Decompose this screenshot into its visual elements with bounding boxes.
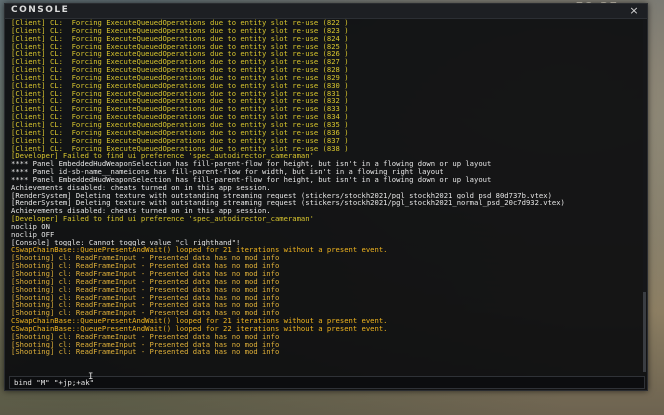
- console-line: [Shooting] cl: ReadFrameInput - Presente…: [11, 277, 280, 286]
- console-line: [Client] CL: Forcing ExecuteQueuedOperat…: [11, 34, 349, 43]
- console-line: [Shooting] cl: ReadFrameInput - Presente…: [11, 301, 280, 310]
- console-line: [Client] CL: Forcing ExecuteQueuedOperat…: [11, 128, 349, 137]
- console-line: [Shooting] cl: ReadFrameInput - Presente…: [11, 332, 280, 341]
- console-line: [Client] CL: Forcing ExecuteQueuedOperat…: [11, 89, 349, 98]
- console-line: [Client] CL: Forcing ExecuteQueuedOperat…: [11, 113, 349, 121]
- console-line: [Client] CL: Forcing ExecuteQueuedOperat…: [11, 136, 349, 145]
- console-line: [RenderSystem] Deleting texture with out…: [11, 199, 565, 208]
- console-line: [Client] CL: Forcing ExecuteQueuedOperat…: [11, 81, 349, 90]
- console-line: [Shooting] cl: ReadFrameInput - Presente…: [11, 270, 280, 278]
- console-titlebar[interactable]: CONSOLE ×: [5, 4, 647, 19]
- console-log[interactable]: [Client] CL: Forcing ExecuteQueuedOperat…: [11, 19, 635, 371]
- console-line: [Shooting] cl: ReadFrameInput - Presente…: [11, 309, 280, 318]
- console-line: [Developer] Failed to find ui preference…: [11, 152, 314, 161]
- console-line: Achievements disabled: cheats turned on …: [11, 183, 271, 192]
- console-line: **** Panel id-sb-name__nameicons has fil…: [11, 168, 444, 176]
- console-line: [Client] CL: Forcing ExecuteQueuedOperat…: [11, 97, 349, 106]
- console-line: CSwapChainBase::QueuePresentAndWait() lo…: [11, 246, 388, 255]
- console-line: [Client] CL: Forcing ExecuteQueuedOperat…: [11, 66, 349, 74]
- console-input-row[interactable]: [9, 376, 645, 389]
- console-line: noclip ON: [11, 222, 50, 231]
- scrollbar-thumb[interactable]: [643, 292, 646, 372]
- console-line: [Client] CL: Forcing ExecuteQueuedOperat…: [11, 50, 349, 59]
- console-line: [Shooting] cl: ReadFrameInput - Presente…: [11, 293, 280, 302]
- console-line: [Shooting] cl: ReadFrameInput - Presente…: [11, 262, 280, 270]
- console-line: [Client] CL: Forcing ExecuteQueuedOperat…: [11, 19, 349, 27]
- console-line: [Shooting] cl: ReadFrameInput - Presente…: [11, 254, 280, 263]
- console-line: [Client] CL: Forcing ExecuteQueuedOperat…: [11, 144, 349, 153]
- console-line: noclip OFF: [11, 230, 55, 239]
- text-cursor-icon: I: [88, 372, 93, 383]
- console-line: [Developer] Failed to find ui preference…: [11, 215, 314, 223]
- close-icon[interactable]: ×: [629, 4, 639, 17]
- console-line: [Shooting] cl: ReadFrameInput - Presente…: [11, 285, 280, 294]
- console-line: [Client] CL: Forcing ExecuteQueuedOperat…: [11, 58, 349, 67]
- console-line: [Shooting] cl: ReadFrameInput - Presente…: [11, 340, 280, 349]
- console-title: CONSOLE: [11, 5, 70, 15]
- console-line: [Console] toggle: Cannot toggle value "c…: [11, 238, 241, 247]
- console-line: [Client] CL: Forcing ExecuteQueuedOperat…: [11, 120, 349, 129]
- console-line: **** Panel EmbeddedHudWeaponSelection ha…: [11, 160, 492, 169]
- console-line: [Client] CL: Forcing ExecuteQueuedOperat…: [11, 105, 349, 114]
- console-line: [Client] CL: Forcing ExecuteQueuedOperat…: [11, 73, 349, 82]
- console-line: Achievements disabled: cheats turned on …: [11, 207, 271, 216]
- console-line: **** Panel EmbeddedHudWeaponSelection ha…: [11, 175, 492, 184]
- console-line: [Client] CL: Forcing ExecuteQueuedOperat…: [11, 42, 349, 51]
- console-line: CSwapChainBase::QueuePresentAndWait() lo…: [11, 317, 388, 325]
- console-line: [RenderSystem] Deleting texture with out…: [11, 191, 552, 200]
- console-scrollbar[interactable]: [643, 20, 646, 372]
- console-window[interactable]: CONSOLE × [Client] CL: Forcing ExecuteQu…: [4, 3, 648, 391]
- console-line: [Shooting] cl: ReadFrameInput - Presente…: [11, 348, 280, 357]
- console-command-input[interactable]: [10, 377, 644, 388]
- console-line: CSwapChainBase::QueuePresentAndWait() lo…: [11, 324, 388, 333]
- console-line: [Client] CL: Forcing ExecuteQueuedOperat…: [11, 26, 349, 35]
